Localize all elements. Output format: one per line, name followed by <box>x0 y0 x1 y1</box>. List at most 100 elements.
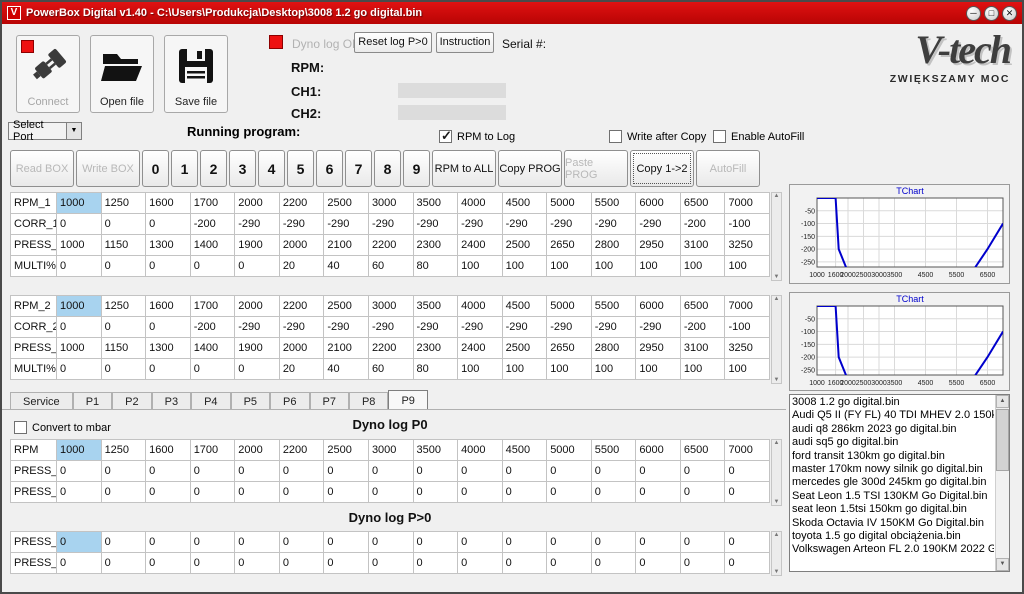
scrollbar-thumb[interactable] <box>996 409 1009 471</box>
cell-press-1-13[interactable]: 0 <box>635 460 681 482</box>
cell-press-2-0[interactable]: 0 <box>56 552 102 574</box>
cell-multi-3[interactable]: 0 <box>189 358 236 380</box>
cell-multi-5[interactable]: 20 <box>278 358 325 380</box>
cell-press-2-5[interactable]: 0 <box>278 552 325 574</box>
cell-press-1-5[interactable]: 2000 <box>278 234 325 256</box>
cell-press-1-10[interactable]: 0 <box>501 531 548 553</box>
7-button[interactable]: 7 <box>345 150 372 187</box>
cell-press-2-15[interactable]: 0 <box>724 552 770 574</box>
cell-rpm-1-2[interactable]: 1600 <box>145 192 191 214</box>
cell-rpm-2-10[interactable]: 4500 <box>501 295 548 317</box>
scroll-down-icon[interactable]: ▼ <box>996 558 1009 571</box>
file-item[interactable]: 3008 1.2 go digital.bin <box>792 396 994 409</box>
cell-corr-2-12[interactable]: -290 <box>590 316 637 338</box>
cell-press-2-2[interactable]: 0 <box>145 552 191 574</box>
cell-press-2-7[interactable]: 0 <box>367 552 414 574</box>
cell-press-1-6[interactable]: 0 <box>323 460 369 482</box>
6-button[interactable]: 6 <box>316 150 343 187</box>
cell-rpm-13[interactable]: 6000 <box>635 439 681 461</box>
open-file-button[interactable]: Open file <box>90 35 154 113</box>
cell-corr-1-5[interactable]: -290 <box>278 213 325 235</box>
cell-multi-15[interactable]: 100 <box>724 255 770 277</box>
cell-press-1-13[interactable]: 0 <box>635 531 681 553</box>
cell-press-1-0[interactable]: 0 <box>56 531 102 553</box>
cell-press-1-7[interactable]: 2200 <box>367 234 414 256</box>
cell-corr-2-7[interactable]: -290 <box>367 316 414 338</box>
cell-press-1-3[interactable]: 0 <box>189 460 236 482</box>
instruction-button[interactable]: Instruction <box>436 32 494 53</box>
cell-multi-1[interactable]: 0 <box>100 358 147 380</box>
select-port-dropdown[interactable]: Select Port ▼ <box>8 119 82 143</box>
cell-rpm-2-7[interactable]: 3000 <box>367 295 414 317</box>
cell-multi-0[interactable]: 0 <box>56 358 102 380</box>
cell-corr-2-8[interactable]: -290 <box>412 316 459 338</box>
cell-corr-1-14[interactable]: -200 <box>679 213 726 235</box>
cell-press-2-11[interactable]: 0 <box>546 481 592 503</box>
connect-button[interactable]: Connect <box>16 35 80 113</box>
cell-corr-1-0[interactable]: 0 <box>56 213 102 235</box>
0-button[interactable]: 0 <box>142 150 169 187</box>
cell-press-2-13[interactable]: 0 <box>635 552 681 574</box>
cell-press-2-2[interactable]: 0 <box>145 481 191 503</box>
cell-press-2-11[interactable]: 2650 <box>546 337 592 359</box>
cell-multi-4[interactable]: 0 <box>234 255 280 277</box>
cell-corr-1-9[interactable]: -290 <box>457 213 503 235</box>
cell-rpm-1-6[interactable]: 2500 <box>323 192 369 214</box>
cell-press-1-11[interactable]: 2650 <box>546 234 592 256</box>
cell-rpm-8[interactable]: 3500 <box>412 439 459 461</box>
cell-corr-1-8[interactable]: -290 <box>412 213 459 235</box>
file-item[interactable]: toyota 1.5 go digital obciążenia.bin <box>792 530 994 543</box>
5-button[interactable]: 5 <box>287 150 314 187</box>
cell-rpm-2-13[interactable]: 6000 <box>635 295 681 317</box>
cell-press-2-3[interactable]: 1400 <box>189 337 236 359</box>
cell-multi-1[interactable]: 0 <box>100 255 147 277</box>
4-button[interactable]: 4 <box>258 150 285 187</box>
cell-press-2-0[interactable]: 1000 <box>56 337 102 359</box>
write-after-copy-option[interactable]: Write after Copy <box>609 130 706 143</box>
cell-press-2-7[interactable]: 0 <box>367 481 414 503</box>
cell-press-1-14[interactable]: 3100 <box>679 234 726 256</box>
cell-rpm-0[interactable]: 1000 <box>56 439 102 461</box>
cell-rpm-2-1[interactable]: 1250 <box>100 295 147 317</box>
cell-press-2-4[interactable]: 1900 <box>234 337 280 359</box>
file-item[interactable]: Volkswagen Arteon FL 2.0 190KM 2022 Go D… <box>792 543 994 556</box>
cell-press-2-3[interactable]: 0 <box>189 481 236 503</box>
cell-multi-4[interactable]: 0 <box>234 358 280 380</box>
tab-p3[interactable]: P3 <box>151 392 192 410</box>
cell-rpm-1-9[interactable]: 4000 <box>457 192 503 214</box>
cell-press-2-5[interactable]: 2000 <box>278 337 325 359</box>
cell-press-1-12[interactable]: 0 <box>590 460 637 482</box>
cell-press-2-1[interactable]: 0 <box>100 552 147 574</box>
cell-corr-2-2[interactable]: 0 <box>145 316 191 338</box>
cell-multi-2[interactable]: 0 <box>145 358 191 380</box>
file-item[interactable]: Seat Leon 1.5 TSI 130KM Go Digital.bin <box>792 490 994 503</box>
cell-rpm-11[interactable]: 5000 <box>546 439 592 461</box>
cell-press-1-1[interactable]: 0 <box>100 460 147 482</box>
tab-service[interactable]: Service <box>10 392 73 410</box>
cell-multi-9[interactable]: 100 <box>457 358 503 380</box>
cell-rpm-12[interactable]: 5500 <box>590 439 637 461</box>
tab-p5[interactable]: P5 <box>230 392 271 410</box>
cell-rpm-2-12[interactable]: 5500 <box>590 295 637 317</box>
cell-multi-9[interactable]: 100 <box>457 255 503 277</box>
autofill-button[interactable]: AutoFill <box>696 150 760 187</box>
program2-table-scrollbar[interactable]: ▲ ▼ <box>771 295 782 384</box>
cell-press-2-1[interactable]: 1150 <box>100 337 147 359</box>
cell-rpm-1-3[interactable]: 1700 <box>189 192 236 214</box>
cell-multi-5[interactable]: 20 <box>278 255 325 277</box>
cell-press-2-8[interactable]: 0 <box>412 552 459 574</box>
cell-press-2-10[interactable]: 0 <box>501 481 548 503</box>
cell-multi-13[interactable]: 100 <box>635 255 681 277</box>
enable-autofill-checkbox[interactable] <box>713 130 726 143</box>
maximize-button[interactable]: □ <box>984 5 999 21</box>
cell-press-1-3[interactable]: 0 <box>189 531 236 553</box>
cell-rpm-2-15[interactable]: 7000 <box>724 295 770 317</box>
cell-corr-2-4[interactable]: -290 <box>234 316 280 338</box>
cell-rpm-1-7[interactable]: 3000 <box>367 192 414 214</box>
cell-rpm-2[interactable]: 1600 <box>145 439 191 461</box>
file-item[interactable]: seat leon 1.5tsi 150km go digital.bin <box>792 503 994 516</box>
file-item[interactable]: audi sq5 go digital.bin <box>792 436 994 449</box>
cell-press-2-12[interactable]: 0 <box>590 552 637 574</box>
cell-multi-6[interactable]: 40 <box>323 255 369 277</box>
cell-rpm-1-4[interactable]: 2000 <box>234 192 280 214</box>
